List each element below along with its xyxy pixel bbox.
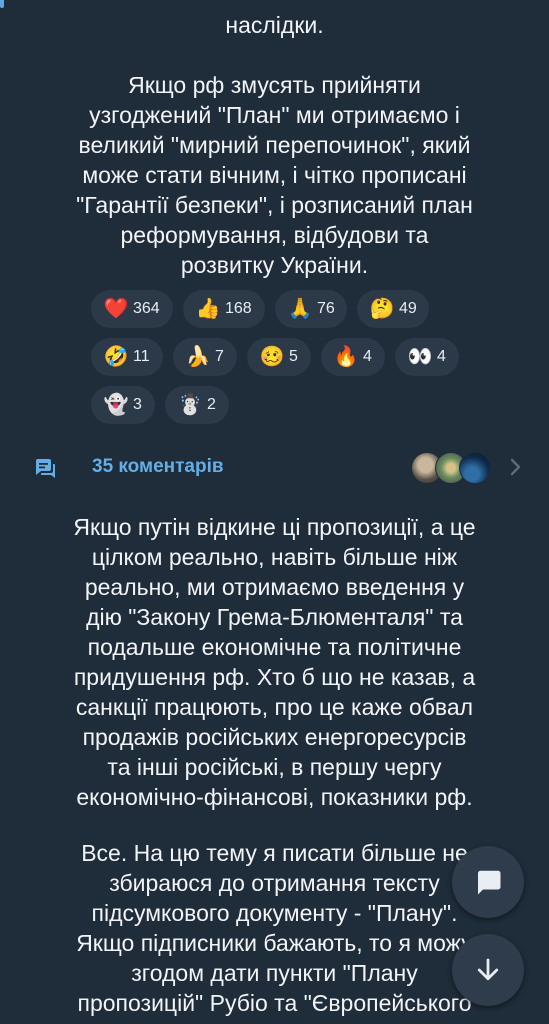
chevron-right-icon [510, 458, 521, 476]
comments-bar[interactable]: 35 коментарів [0, 444, 549, 492]
reaction-praying-hands[interactable]: 🙏 76 [275, 290, 347, 328]
heart-icon: ❤️ [103, 298, 129, 320]
fire-icon: 🔥 [333, 346, 359, 368]
post-line: великий "мирний перепочинок", який [78, 132, 471, 158]
post-line: та інші російські, в першу чергу [107, 754, 442, 780]
reaction-thumbs-up[interactable]: 👍 168 [183, 290, 265, 328]
praying-hands-icon: 🙏 [287, 298, 313, 320]
woozy-face-icon: 🥴 [259, 346, 285, 368]
reaction-banana[interactable]: 🍌 7 [173, 338, 237, 376]
reaction-count: 5 [289, 348, 298, 365]
post-line: розвитку України. [180, 252, 369, 278]
scroll-indicator [0, 0, 4, 8]
reaction-count: 7 [215, 348, 224, 365]
reaction-fire[interactable]: 🔥 4 [321, 338, 385, 376]
chat-bubble-icon [478, 870, 501, 895]
reaction-count: 11 [133, 348, 150, 365]
thinking-face-icon: 🤔 [369, 298, 395, 320]
post-line: узгоджений "План" ми отримаємо і [89, 102, 460, 128]
post-line: може стати вічним, і чітко прописані [82, 162, 467, 188]
reaction-ghost[interactable]: 👻 3 [91, 386, 155, 424]
reaction-thinking-face[interactable]: 🤔 49 [357, 290, 429, 328]
arrow-down-icon [477, 958, 499, 981]
reaction-rofl[interactable]: 🤣 11 [91, 338, 163, 376]
post-line: Якщо путін відкине ці пропозиції, а це [73, 514, 476, 540]
post-line: дію "Закону Грема-Блюменталя" та [86, 604, 463, 630]
post-line: продажів російських енергоресурсів [82, 724, 467, 750]
reaction-eyes[interactable]: 👀 4 [395, 338, 459, 376]
post-line: економічно-фінансові, показники рф. [76, 784, 473, 810]
snowman-icon: ☃️ [177, 394, 203, 416]
reaction-count: 4 [363, 348, 372, 365]
post-text-top: наслідки. [0, 10, 549, 40]
post-line: придушення рф. Хто б що не казав, а [73, 664, 476, 690]
reaction-count: 76 [317, 300, 335, 317]
post-line: реформування, відбудови та [120, 222, 429, 248]
banana-icon: 🍌 [185, 346, 211, 368]
post-line: "Гарантії безпеки", і розписаний план [76, 192, 473, 218]
post-line: цілком реально, навіть більше ніж [91, 544, 458, 570]
reaction-woozy-face[interactable]: 🥴 5 [247, 338, 311, 376]
commenter-avatars [411, 452, 493, 484]
comments-icon [36, 459, 55, 478]
comments-count-label[interactable]: 35 коментарів [92, 456, 224, 478]
eyes-icon: 👀 [407, 346, 433, 368]
post-line: реально, ми отримаємо введення у [84, 574, 465, 600]
thumbs-up-icon: 👍 [195, 298, 221, 320]
post-line: санкції працюють, про це каже обвал [75, 694, 474, 720]
comment-fab-button[interactable] [452, 846, 524, 918]
reaction-count: 2 [207, 396, 216, 413]
post-line: Якщо рф змусять прийняти [128, 72, 421, 98]
rofl-icon: 🤣 [103, 346, 129, 368]
reaction-count: 4 [437, 348, 446, 365]
avatar [459, 452, 491, 484]
ghost-icon: 👻 [103, 394, 129, 416]
reaction-count: 168 [225, 300, 252, 317]
scroll-down-fab-button[interactable] [452, 934, 524, 1006]
reaction-count: 364 [133, 300, 160, 317]
post-line: подальше економічне та політичне [87, 634, 462, 660]
post-paragraph-1: Якщо рф змусять прийняти узгоджений "Пла… [0, 70, 549, 280]
reaction-snowman[interactable]: ☃️ 2 [165, 386, 229, 424]
reaction-heart[interactable]: ❤️ 364 [91, 290, 173, 328]
reaction-count: 49 [399, 300, 417, 317]
post-paragraph-2: Якщо путін відкине ці пропозиції, а це ц… [0, 512, 549, 812]
reaction-count: 3 [133, 396, 142, 413]
post-line: наслідки. [225, 12, 324, 38]
